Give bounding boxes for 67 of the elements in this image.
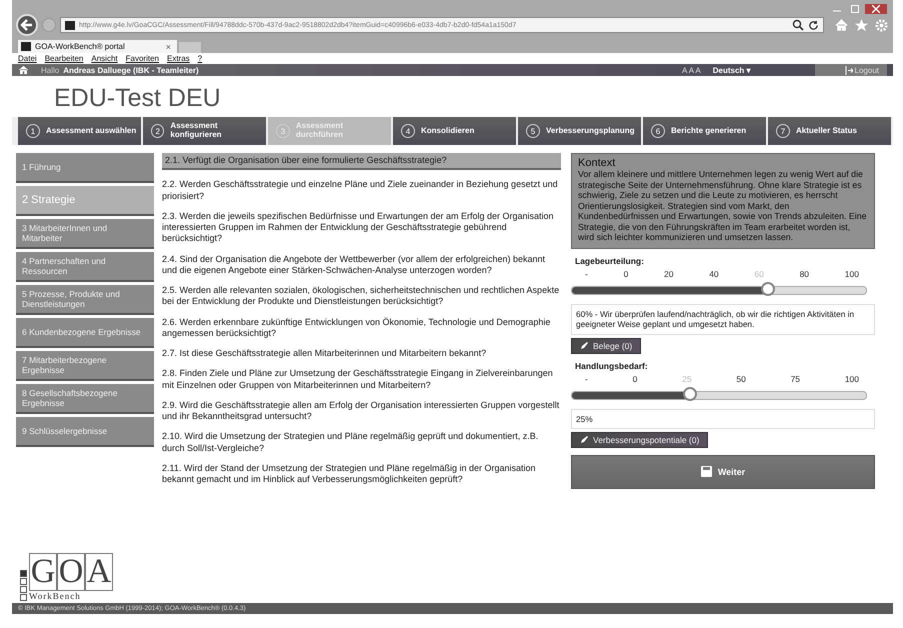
menu-item[interactable]: Extras [166,54,190,63]
step-tab[interactable]: 2 Assessment konfigurieren [143,117,266,145]
question-item[interactable]: 2.9. Wird die Geschäftsstrategie allen am Erfolg der Organisation interessierten Gruppen vorgestellt und ihr Bekanntheitsgrad untersucht? [162,400,561,422]
tick-label: 50 [736,374,746,384]
tick-label: 0 [624,268,628,279]
tick-label: 75 [790,374,800,384]
reading-text: 25% [571,408,875,429]
close-icon[interactable] [865,4,887,14]
slider-thumb[interactable] [682,386,697,401]
refresh-icon[interactable] [808,20,819,30]
menu-item[interactable]: Bearbeiten [44,54,84,63]
step-tab[interactable]: 4 Konsolidieren [393,117,516,145]
pencil-icon [580,435,589,444]
question-item[interactable]: 2.6. Werden erkennbare zukünftige Entwicklungen von Ökonomie, Technologie und Demographie angemessen berücksichtigt? [162,316,561,339]
browser-tab[interactable]: GOA-WorkBench® portal × [18,40,177,53]
slider-label: Handlungsbedarf: [574,360,649,371]
step-tab[interactable]: 6 Berichte generieren [643,117,766,145]
tab-close-button[interactable]: × [166,42,171,52]
next-button[interactable]: Weiter [571,454,875,489]
tick-label: 80 [800,268,810,279]
back-arrow-icon [20,18,34,32]
tab-title: GOA-WorkBench® portal [35,42,126,51]
edit-button[interactable]: Verbesserungspotentiale (0) [571,432,708,448]
star-icon[interactable] [854,18,869,32]
logo: GOA WorkBench [16,553,154,601]
question-item[interactable]: 2.4. Sind der Organisation die Angebote der Wettbewerber (vor allem der erfolgreichen) bekannt und die eigenen Angebote einer Stärken-Schwächen-Analyse unterzogen worden? [162,254,561,276]
font-size-controls[interactable]: A A A [682,66,701,74]
question-item[interactable]: 2.7. Ist diese Geschäftsstrategie allen Mitarbeiterinnen und Mitarbeitern bekannt? [162,348,561,360]
context-text: Vor allem kleinere und mittlere Unternehmen legen zu wenig Wert auf die strategische Seite der Unternehmensführung. Ohne klare Strategie ist es schwierig, Ziele zu setzen und die Leute zu motivieren, es herrscht Orientierungslosigkeit. Strategien sind vom Markt, den Kundenbedürfnissen und Erwartungen, sowie von Trends abzuleiten. Eine Strategie, die von den Führungskräften im Team erarbeitet worden ist, wird sich leichter kommunizieren und umsetzen lassen. [578,169,868,243]
context-title: Kontext [578,157,616,169]
tick-label: - [585,374,588,384]
tick-label: 20 [664,268,674,279]
favicon-icon [21,42,31,51]
menu-item[interactable]: Datei [18,54,37,63]
question-item[interactable]: 2.2. Werden Geschäftsstrategie und einzelne Pläne und Ziele zueinander in Beziehung gesetzt und priorisiert? [162,179,561,202]
step-tab[interactable]: 1 Assessment auswählen [18,117,141,145]
menu-item[interactable]: Ansicht [91,54,118,63]
pencil-icon [580,341,589,350]
menu-item[interactable]: ? [198,54,202,63]
question-item[interactable]: 2.11. Wird der Stand der Umsetzung der Strategien und Pläne regelmäßig in der Organisation bekannt gemacht und im Hinblick auf Verbesserungsmöglichkeiten geprüft? [162,462,561,486]
greeting-text: Hallo [41,66,60,74]
tick-label: 60 [754,268,764,279]
question-item[interactable]: 2.3. Werden die jeweils spezifischen Bedürfnisse und Erwartungen der am Erfolg der Organisation interessierten Gruppen im Rahmen der Entwicklung der Geschäftsstrategie gebührend berücksichtigt? [162,210,561,244]
question-item[interactable]: 2.1. Verfügt die Organisation über eine formulierte Geschäftsstrategie? [162,153,561,170]
menu-item[interactable]: Favoriten [126,54,159,63]
back-button[interactable] [16,14,38,36]
slider-label: Lagebeurteilung: [574,256,645,266]
tick-label: 25 [682,374,692,384]
slider-thumb[interactable] [761,282,776,296]
search-icon[interactable] [792,19,804,31]
logout-icon [844,66,853,74]
language-dropdown[interactable]: Deutsch ▾ [712,66,751,74]
question-item[interactable]: 2.8. Finden Ziele und Pläne zur Umsetzung der Geschäftsstrategie Eingang in Zielvereinbarungen mit Einzelnen oder Gruppen von Mitarbeiterinnen und Mitarbeitern? [162,368,561,391]
user-name: Andreas Dalluege (IBK - Teamleiter) [63,66,199,74]
favicon-icon [65,20,75,30]
tick-label: 0 [632,374,638,384]
tick-label: - [585,268,588,279]
edit-button[interactable]: Belege (0) [571,338,642,354]
step-tab[interactable]: 5 Verbesserungsplanung [518,117,641,145]
home-icon[interactable] [18,65,29,75]
step-tab[interactable]: 7 Aktueller Status [768,117,891,145]
question-item[interactable]: 2.10. Wird die Umsetzung der Strategien und Pläne regelmäßig geprüft und dokumentiert, z.B. durch Soll/Ist-Vergleiche? [162,431,561,454]
tick-label: 40 [709,268,719,279]
question-item[interactable]: 2.5. Werden alle relevanten sozialen, ökologischen, sicherheitstechnischen und rechtlichen Aspekte bei der Entwicklung der Produkte und Dienstleistungen berücksichtigt? [162,285,561,308]
tick-label: 100 [844,374,859,384]
reading-text: 60% - Wir überprüfen laufend/nachträglich, ob wir die richtigen Aktivitäten in geeigneter Weise geplant und umgesetzt haben. [571,304,875,335]
tick-label: 100 [844,268,859,279]
